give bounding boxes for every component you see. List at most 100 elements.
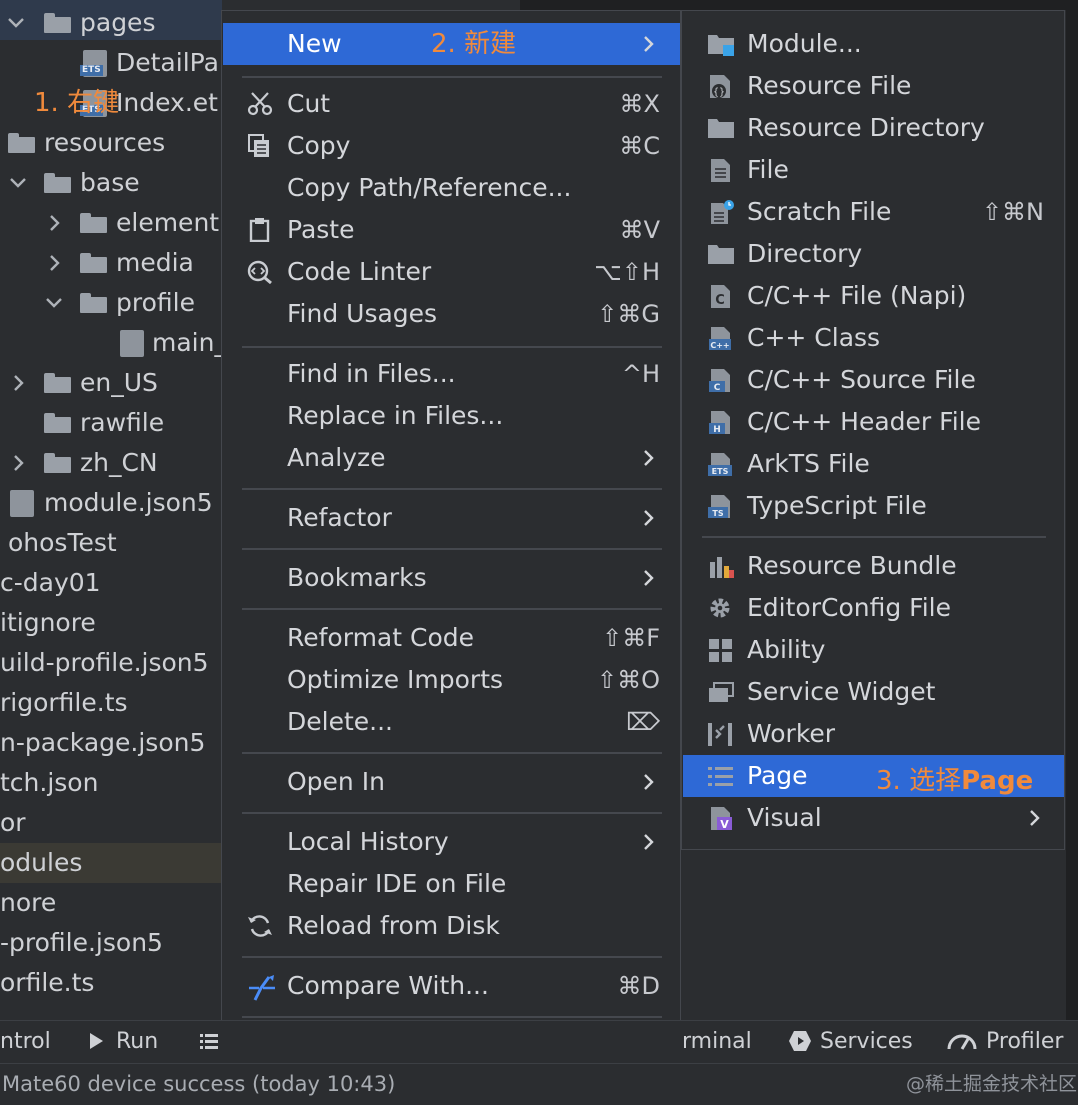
submenu-item-resource-file[interactable]: {} Resource File (683, 65, 1064, 107)
submenu-item-c-class[interactable]: C++ C++ Class (683, 317, 1064, 359)
submenu-item-worker[interactable]: Worker (683, 713, 1064, 755)
tree-item-pages[interactable]: pages (0, 3, 222, 43)
submenu-item-label: File (747, 155, 789, 184)
submenu-item-module[interactable]: Module... (683, 23, 1064, 65)
tree-item-media[interactable]: media (0, 243, 222, 283)
submenu-item-label: Scratch File (747, 197, 892, 226)
menu-item-code-linter[interactable]: Code Linter ⌥⇧H (223, 251, 680, 293)
chevron-right-icon[interactable] (8, 443, 30, 483)
tree-item-patch-json[interactable]: tch.json (0, 763, 98, 803)
tree-item-hvigor[interactable]: or (0, 803, 26, 843)
gear-icon (707, 596, 735, 621)
chevron-right-icon[interactable] (44, 243, 66, 283)
tree-item-main-pages[interactable]: main_ (0, 323, 222, 363)
json-file-icon (120, 330, 144, 357)
menu-item-find-usages[interactable]: Find Usages ⇧⌘G (223, 293, 680, 335)
tree-item-build-profile-root[interactable]: -profile.json5 (0, 923, 163, 963)
menu-separator (242, 608, 662, 610)
tree-item-rawfile[interactable]: rawfile (0, 403, 222, 443)
submenu-item-c-c-header-file[interactable]: H C/C++ Header File (683, 401, 1064, 443)
menu-item-shortcut: ^H (621, 360, 660, 388)
menu-item-reload-from-disk[interactable]: Reload from Disk (223, 905, 680, 947)
tree-item-hvigorfile[interactable]: rigorfile.ts (0, 683, 128, 723)
tree-item-en-us[interactable]: en_US (0, 363, 222, 403)
menu-item-label: Local History (287, 827, 449, 856)
menu-item-copy[interactable]: Copy ⌘C (223, 125, 680, 167)
menu-item-optimize-imports[interactable]: Optimize Imports ⇧⌘O (223, 659, 680, 701)
submenu-item-service-widget[interactable]: Service Widget (683, 671, 1064, 713)
tool-window-control[interactable]: ntrol (0, 1021, 51, 1063)
tool-window-services[interactable]: Services (788, 1021, 913, 1063)
tree-item-element[interactable]: element (0, 203, 222, 243)
tree-item-oh-modules[interactable]: odules (0, 843, 82, 883)
svg-text:H: H (713, 425, 721, 435)
chevron-right-icon[interactable] (44, 203, 66, 243)
tree-item-oh-package[interactable]: n-package.json5 (0, 723, 205, 763)
menu-item-analyze[interactable]: Analyze (223, 437, 680, 479)
menu-item-label: Open In (287, 767, 385, 796)
menu-item-refactor[interactable]: Refactor (223, 497, 680, 539)
tool-window-profiler[interactable]: Profiler (946, 1021, 1063, 1063)
tree-item-ohostest[interactable]: ohosTest (8, 523, 117, 563)
folder-icon (44, 173, 71, 193)
submenu-item-label: Directory (747, 239, 863, 268)
chevron-down-icon[interactable] (44, 283, 66, 323)
menu-item-delete[interactable]: Delete... ⌦ (223, 701, 680, 743)
worker-icon (707, 722, 735, 747)
menu-item-label: Refactor (287, 503, 392, 532)
menu-item-compare-with[interactable]: Compare With... ⌘D (223, 965, 680, 1007)
tree-item-hvigorfile-root[interactable]: orfile.ts (0, 963, 94, 1003)
list-icon[interactable] (200, 1021, 218, 1063)
menu-item-label: Find Usages (287, 299, 438, 328)
menu-item-find-in-files[interactable]: Find in Files... ^H (223, 353, 680, 395)
menu-item-bookmarks[interactable]: Bookmarks (223, 557, 680, 599)
submenu-item-directory[interactable]: Directory (683, 233, 1064, 275)
chevron-down-icon[interactable] (6, 3, 28, 43)
tool-window-terminal[interactable]: rminal (682, 1021, 752, 1063)
submenu-item-file[interactable]: File (683, 149, 1064, 191)
submenu-item-label: C/C++ Header File (747, 407, 981, 436)
menu-item-repair-ide-on-file[interactable]: Repair IDE on File (223, 863, 680, 905)
submenu-item-resource-directory[interactable]: Resource Directory (683, 107, 1064, 149)
tree-item-base[interactable]: base (0, 163, 222, 203)
submenu-item-scratch-file[interactable]: Scratch File ⇧⌘N (683, 191, 1064, 233)
menu-item-copy-path-reference[interactable]: Copy Path/Reference... (223, 167, 680, 209)
tree-item-profile[interactable]: profile (0, 283, 222, 323)
chevron-right-icon[interactable] (8, 363, 30, 403)
submenu-item-label: Resource File (747, 71, 912, 100)
tree-item-detailpage[interactable]: ETS DetailPa (0, 43, 222, 83)
menu-item-reformat-code[interactable]: Reformat Code ⇧⌘F (223, 617, 680, 659)
tree-item-zh-cn[interactable]: zh_CN (0, 443, 222, 483)
menu-item-paste[interactable]: Paste ⌘V (223, 209, 680, 251)
tree-item-build-profile[interactable]: uild-profile.json5 (0, 643, 209, 683)
service-widget-icon (707, 680, 735, 705)
submenu-item-label: Resource Directory (747, 113, 985, 142)
folder-icon (8, 133, 35, 153)
submenu-item-c-c-source-file[interactable]: C C/C++ Source File (683, 359, 1064, 401)
menu-item-replace-in-files[interactable]: Replace in Files... (223, 395, 680, 437)
scissors-icon (247, 92, 273, 116)
ets-file-icon: ETS (80, 50, 107, 77)
new-submenu: Module... {} Resource File Resource Directo… (681, 10, 1065, 850)
tree-item-ignore[interactable]: nore (0, 883, 56, 923)
submenu-item-editorconfig-file[interactable]: EditorConfig File (683, 587, 1064, 629)
submenu-item-visual[interactable]: V Visual (683, 797, 1064, 839)
submenu-item-typescript-file[interactable]: TS TypeScript File (683, 485, 1064, 527)
submenu-item-ability[interactable]: Ability (683, 629, 1064, 671)
submenu-item-resource-bundle[interactable]: Resource Bundle (683, 545, 1064, 587)
tree-item-project[interactable]: c-day01 (0, 563, 101, 603)
menu-item-local-history[interactable]: Local History (223, 821, 680, 863)
submenu-item-arkts-file[interactable]: ETS ArkTS File (683, 443, 1064, 485)
menu-item-label: Reload from Disk (287, 911, 500, 940)
menu-item-cut[interactable]: Cut ⌘X (223, 83, 680, 125)
menu-item-shortcut: ⇧⌘G (597, 300, 660, 328)
chevron-right-icon (640, 833, 658, 851)
chevron-down-icon[interactable] (8, 163, 30, 203)
tree-item-module-json5[interactable]: module.json5 (0, 483, 222, 523)
tree-item-gitignore[interactable]: itignore (0, 603, 96, 643)
menu-item-open-in[interactable]: Open In (223, 761, 680, 803)
submenu-item-c-c-file-napi[interactable]: C C/C++ File (Napi) (683, 275, 1064, 317)
menu-item-label: Code Linter (287, 257, 432, 286)
tree-item-resources[interactable]: resources (0, 123, 222, 163)
tool-window-run[interactable]: Run (88, 1021, 158, 1063)
